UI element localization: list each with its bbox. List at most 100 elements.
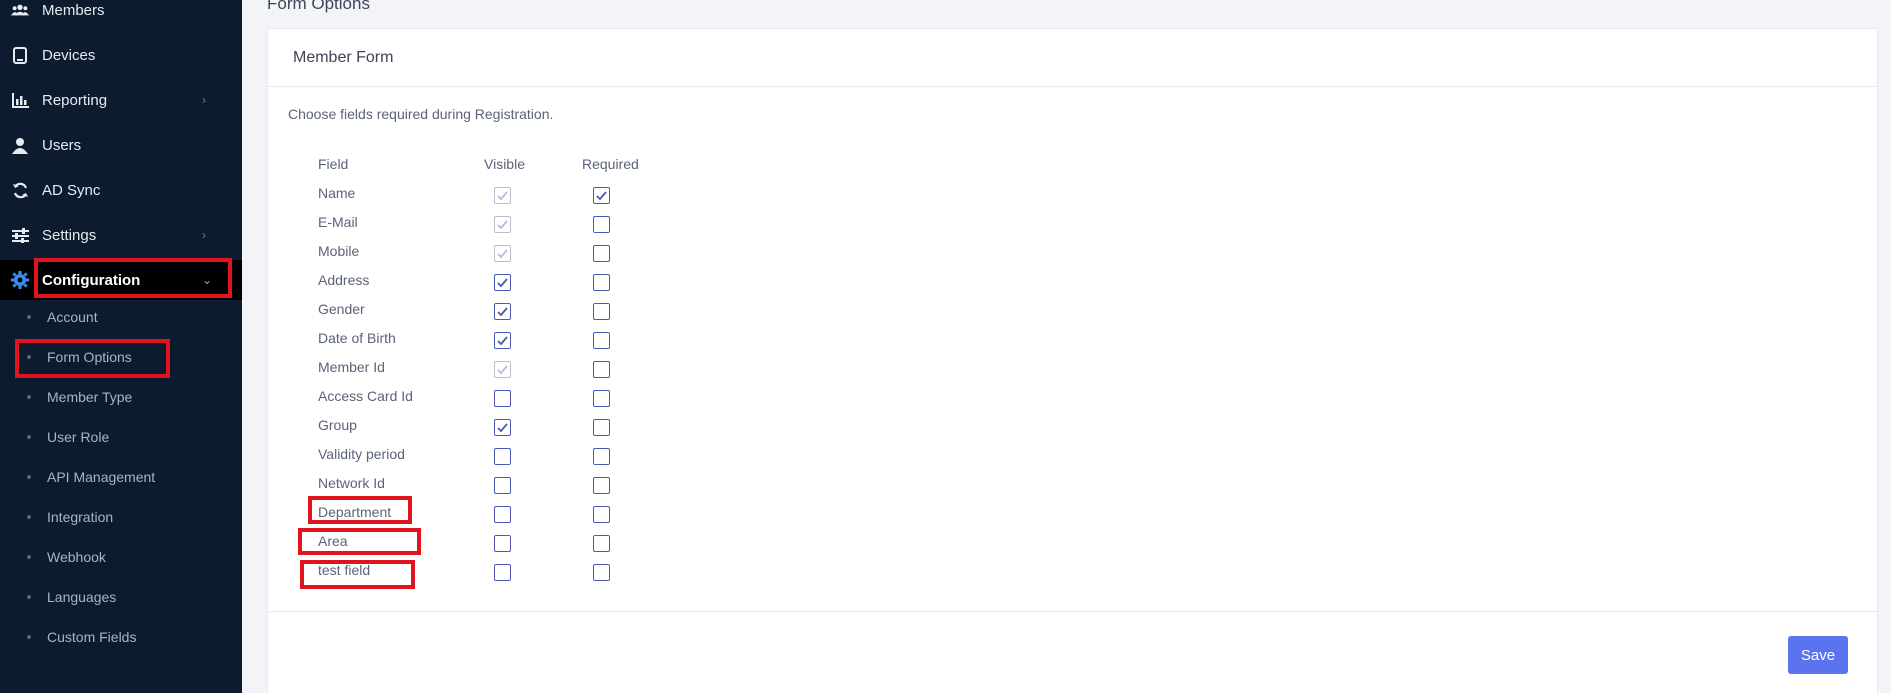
bullet-icon <box>27 435 31 439</box>
sidebar-item-configuration[interactable]: Configuration ⌄ <box>0 260 242 300</box>
field-label-address: Address <box>318 272 370 288</box>
required-checkbox-network-id[interactable] <box>593 477 610 494</box>
required-checkbox-gender[interactable] <box>593 303 610 320</box>
sidebar-subitem-webhook[interactable]: Webhook <box>0 542 242 572</box>
visible-checkbox-test-field[interactable] <box>494 564 511 581</box>
field-label-mobile: Mobile <box>318 243 360 259</box>
sidebar-subitem-label: API Management <box>47 469 156 485</box>
sidebar-subitem-label: Account <box>47 309 98 325</box>
sidebar-item-label: Users <box>42 136 82 154</box>
sidebar-item-devices[interactable]: Devices <box>0 35 242 75</box>
chart-icon <box>11 91 29 109</box>
visible-checkbox-access-card-id[interactable] <box>494 390 511 407</box>
sidebar-subitem-label: Languages <box>47 589 117 605</box>
user-icon <box>11 136 29 154</box>
chevron-right-icon: › <box>202 93 206 107</box>
required-checkbox-group[interactable] <box>593 419 610 436</box>
sidebar-subitem-label: Form Options <box>47 349 132 365</box>
required-checkbox-address[interactable] <box>593 274 610 291</box>
sidebar-item-label: AD Sync <box>42 181 101 199</box>
bullet-icon <box>27 555 31 559</box>
visible-checkbox-date-of-birth[interactable] <box>494 332 511 349</box>
sidebar-item-users[interactable]: Users <box>0 125 242 165</box>
field-label-network-id: Network Id <box>318 475 385 491</box>
sidebar-item-label: Reporting <box>42 91 108 109</box>
form-description: Choose fields required during Registrati… <box>288 106 554 122</box>
sidebar-item-settings[interactable]: Settings › <box>0 215 242 255</box>
sidebar-subitem-member-type[interactable]: Member Type <box>0 382 242 412</box>
card-header: Member Form <box>268 29 1877 87</box>
sidebar-subitem-label: Custom Fields <box>47 629 137 645</box>
required-checkbox-member-id[interactable] <box>593 361 610 378</box>
required-checkbox-area[interactable] <box>593 535 610 552</box>
page-title: Form Options <box>267 0 370 13</box>
gear-icon <box>11 271 29 289</box>
sidebar: Members Devices Reporting › Users AD Syn… <box>0 0 242 693</box>
column-header-field: Field <box>318 156 349 172</box>
bullet-icon <box>27 515 31 519</box>
sidebar-subitem-integration[interactable]: Integration <box>0 502 242 532</box>
device-icon <box>11 46 29 64</box>
save-button[interactable]: Save <box>1788 636 1848 674</box>
visible-checkbox-address[interactable] <box>494 274 511 291</box>
visible-checkbox-e-mail <box>494 216 511 233</box>
visible-checkbox-group[interactable] <box>494 419 511 436</box>
column-header-visible: Visible <box>484 156 525 172</box>
required-checkbox-e-mail[interactable] <box>593 216 610 233</box>
visible-checkbox-area[interactable] <box>494 535 511 552</box>
required-checkbox-validity-period[interactable] <box>593 448 610 465</box>
column-header-required: Required <box>582 156 639 172</box>
divider <box>268 611 1877 612</box>
sidebar-subitem-custom-fields[interactable]: Custom Fields <box>0 622 242 652</box>
field-label-name: Name <box>318 185 356 201</box>
chevron-down-icon: ⌄ <box>202 273 213 287</box>
field-label-test-field: test field <box>318 562 371 578</box>
required-checkbox-date-of-birth[interactable] <box>593 332 610 349</box>
bullet-icon <box>27 355 31 359</box>
sidebar-subitem-form-options[interactable]: Form Options <box>0 342 242 372</box>
field-label-e-mail: E-Mail <box>318 214 358 230</box>
bullet-icon <box>27 315 31 319</box>
bullet-icon <box>27 595 31 599</box>
required-checkbox-department[interactable] <box>593 506 610 523</box>
visible-checkbox-validity-period[interactable] <box>494 448 511 465</box>
visible-checkbox-name <box>494 187 511 204</box>
field-label-department: Department <box>318 504 392 520</box>
field-label-area: Area <box>318 533 348 549</box>
field-label-date-of-birth: Date of Birth <box>318 330 396 346</box>
bullet-icon <box>27 475 31 479</box>
sidebar-subitem-label: User Role <box>47 429 110 445</box>
visible-checkbox-gender[interactable] <box>494 303 511 320</box>
required-checkbox-name[interactable] <box>593 187 610 204</box>
required-checkbox-mobile[interactable] <box>593 245 610 262</box>
chevron-right-icon: › <box>202 228 206 242</box>
visible-checkbox-mobile <box>494 245 511 262</box>
field-label-gender: Gender <box>318 301 365 317</box>
sidebar-subitem-label: Integration <box>47 509 114 525</box>
required-checkbox-access-card-id[interactable] <box>593 390 610 407</box>
sidebar-subitem-label: Webhook <box>47 549 106 565</box>
sidebar-item-ad-sync[interactable]: AD Sync <box>0 170 242 210</box>
sidebar-item-label: Devices <box>42 46 96 64</box>
sliders-icon <box>11 226 29 244</box>
field-label-member-id: Member Id <box>318 359 385 375</box>
visible-checkbox-member-id <box>494 361 511 378</box>
sidebar-item-label: Settings <box>42 226 97 244</box>
sidebar-subitem-api-management[interactable]: API Management <box>0 462 242 492</box>
visible-checkbox-network-id[interactable] <box>494 477 511 494</box>
required-checkbox-test-field[interactable] <box>593 564 610 581</box>
sync-icon <box>11 181 29 199</box>
sidebar-item-members[interactable]: Members <box>0 0 242 30</box>
sidebar-item-label: Configuration <box>42 271 141 289</box>
visible-checkbox-department[interactable] <box>494 506 511 523</box>
field-label-access-card-id: Access Card Id <box>318 388 413 404</box>
field-label-group: Group <box>318 417 357 433</box>
field-label-validity-period: Validity period <box>318 446 405 462</box>
bullet-icon <box>27 635 31 639</box>
card-title: Member Form <box>293 49 394 66</box>
member-form-card: Member Form Choose fields required durin… <box>267 28 1878 693</box>
sidebar-subitem-languages[interactable]: Languages <box>0 582 242 612</box>
sidebar-subitem-user-role[interactable]: User Role <box>0 422 242 452</box>
sidebar-subitem-account[interactable]: Account <box>0 302 242 332</box>
sidebar-item-reporting[interactable]: Reporting › <box>0 80 242 120</box>
